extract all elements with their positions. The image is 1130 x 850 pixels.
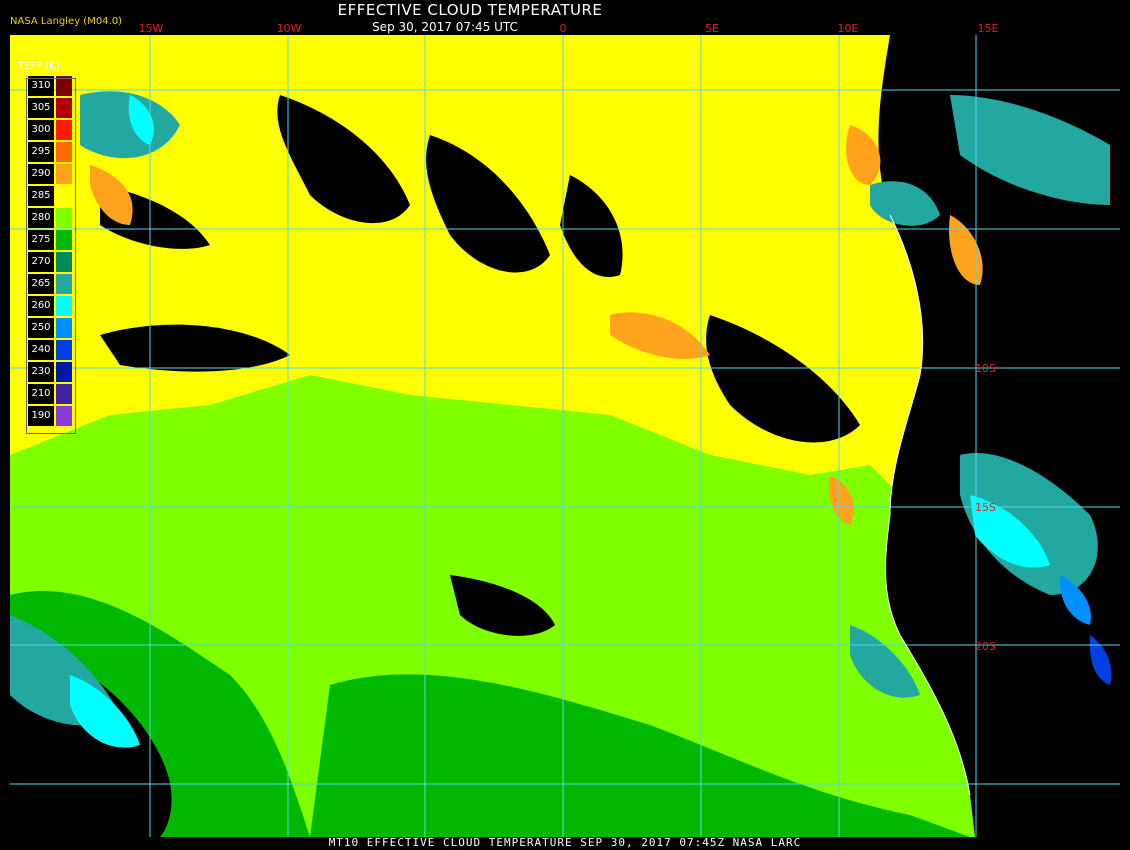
legend-value: 270 [28,252,54,272]
latitude-label: 15S [975,501,996,514]
legend-entry: 290 [28,164,76,184]
footer-caption: MT10 EFFECTIVE CLOUD TEMPERATURE SEP 30,… [328,836,802,849]
temperature-legend: 310 305 300 295 290 285 280 275 270 265 … [28,76,76,436]
legend-swatch [56,362,72,382]
longitude-label: 10W [276,22,302,35]
legend-entry: 310 [28,76,76,96]
legend-entry: 270 [28,252,76,272]
legend-value: 285 [28,186,54,206]
legend-entry: 230 [28,362,76,382]
longitude-label: 15E [977,22,999,35]
legend-entry: 265 [28,274,76,294]
legend-entry: 285 [28,186,76,206]
legend-value: 280 [28,208,54,228]
legend-swatch [56,98,72,118]
legend-value: 295 [28,142,54,162]
legend-value: 310 [28,76,54,96]
cloud-temperature-map [10,35,1120,837]
legend-swatch [56,318,72,338]
legend-swatch [56,208,72,228]
legend-swatch [56,230,72,250]
legend-value: 305 [28,98,54,118]
legend-swatch [56,120,72,140]
legend-entry: 260 [28,296,76,316]
legend-entry: 300 [28,120,76,140]
legend-swatch [56,296,72,316]
legend-value: 290 [28,164,54,184]
brand-label: NASA Langley (M04.0) [10,16,122,27]
legend-swatch [56,186,72,206]
legend-value: 265 [28,274,54,294]
legend-swatch [56,252,72,272]
legend-swatch [56,274,72,294]
legend-entry: 305 [28,98,76,118]
legend-swatch [56,76,72,96]
longitude-label: 5E [705,22,719,35]
legend-value: 250 [28,318,54,338]
longitude-label: 15W [138,22,164,35]
legend-entry: 280 [28,208,76,228]
legend-value: 240 [28,340,54,360]
latitude-label: 10S [975,362,996,375]
legend-swatch [56,406,72,426]
legend-value: 230 [28,362,54,382]
longitude-label: 0 [559,22,567,35]
legend-value: 260 [28,296,54,316]
legend-value: 190 [28,406,54,426]
legend-swatch [56,142,72,162]
legend-value: 210 [28,384,54,404]
latitude-label: 20S [975,640,996,653]
legend-entry: 250 [28,318,76,338]
legend-value: 275 [28,230,54,250]
legend-entry: 190 [28,406,76,426]
legend-entry: 295 [28,142,76,162]
legend-entry: 275 [28,230,76,250]
legend-swatch [56,340,72,360]
longitude-label: 10E [837,22,859,35]
map-timestamp: Sep 30, 2017 07:45 UTC [372,20,518,34]
legend-entry: 210 [28,384,76,404]
legend-swatch [56,164,72,184]
legend-entry: 240 [28,340,76,360]
map-title: EFFECTIVE CLOUD TEMPERATURE [337,1,603,19]
legend-swatch [56,384,72,404]
legend-title: TEFF (K) [18,61,60,72]
legend-value: 300 [28,120,54,140]
